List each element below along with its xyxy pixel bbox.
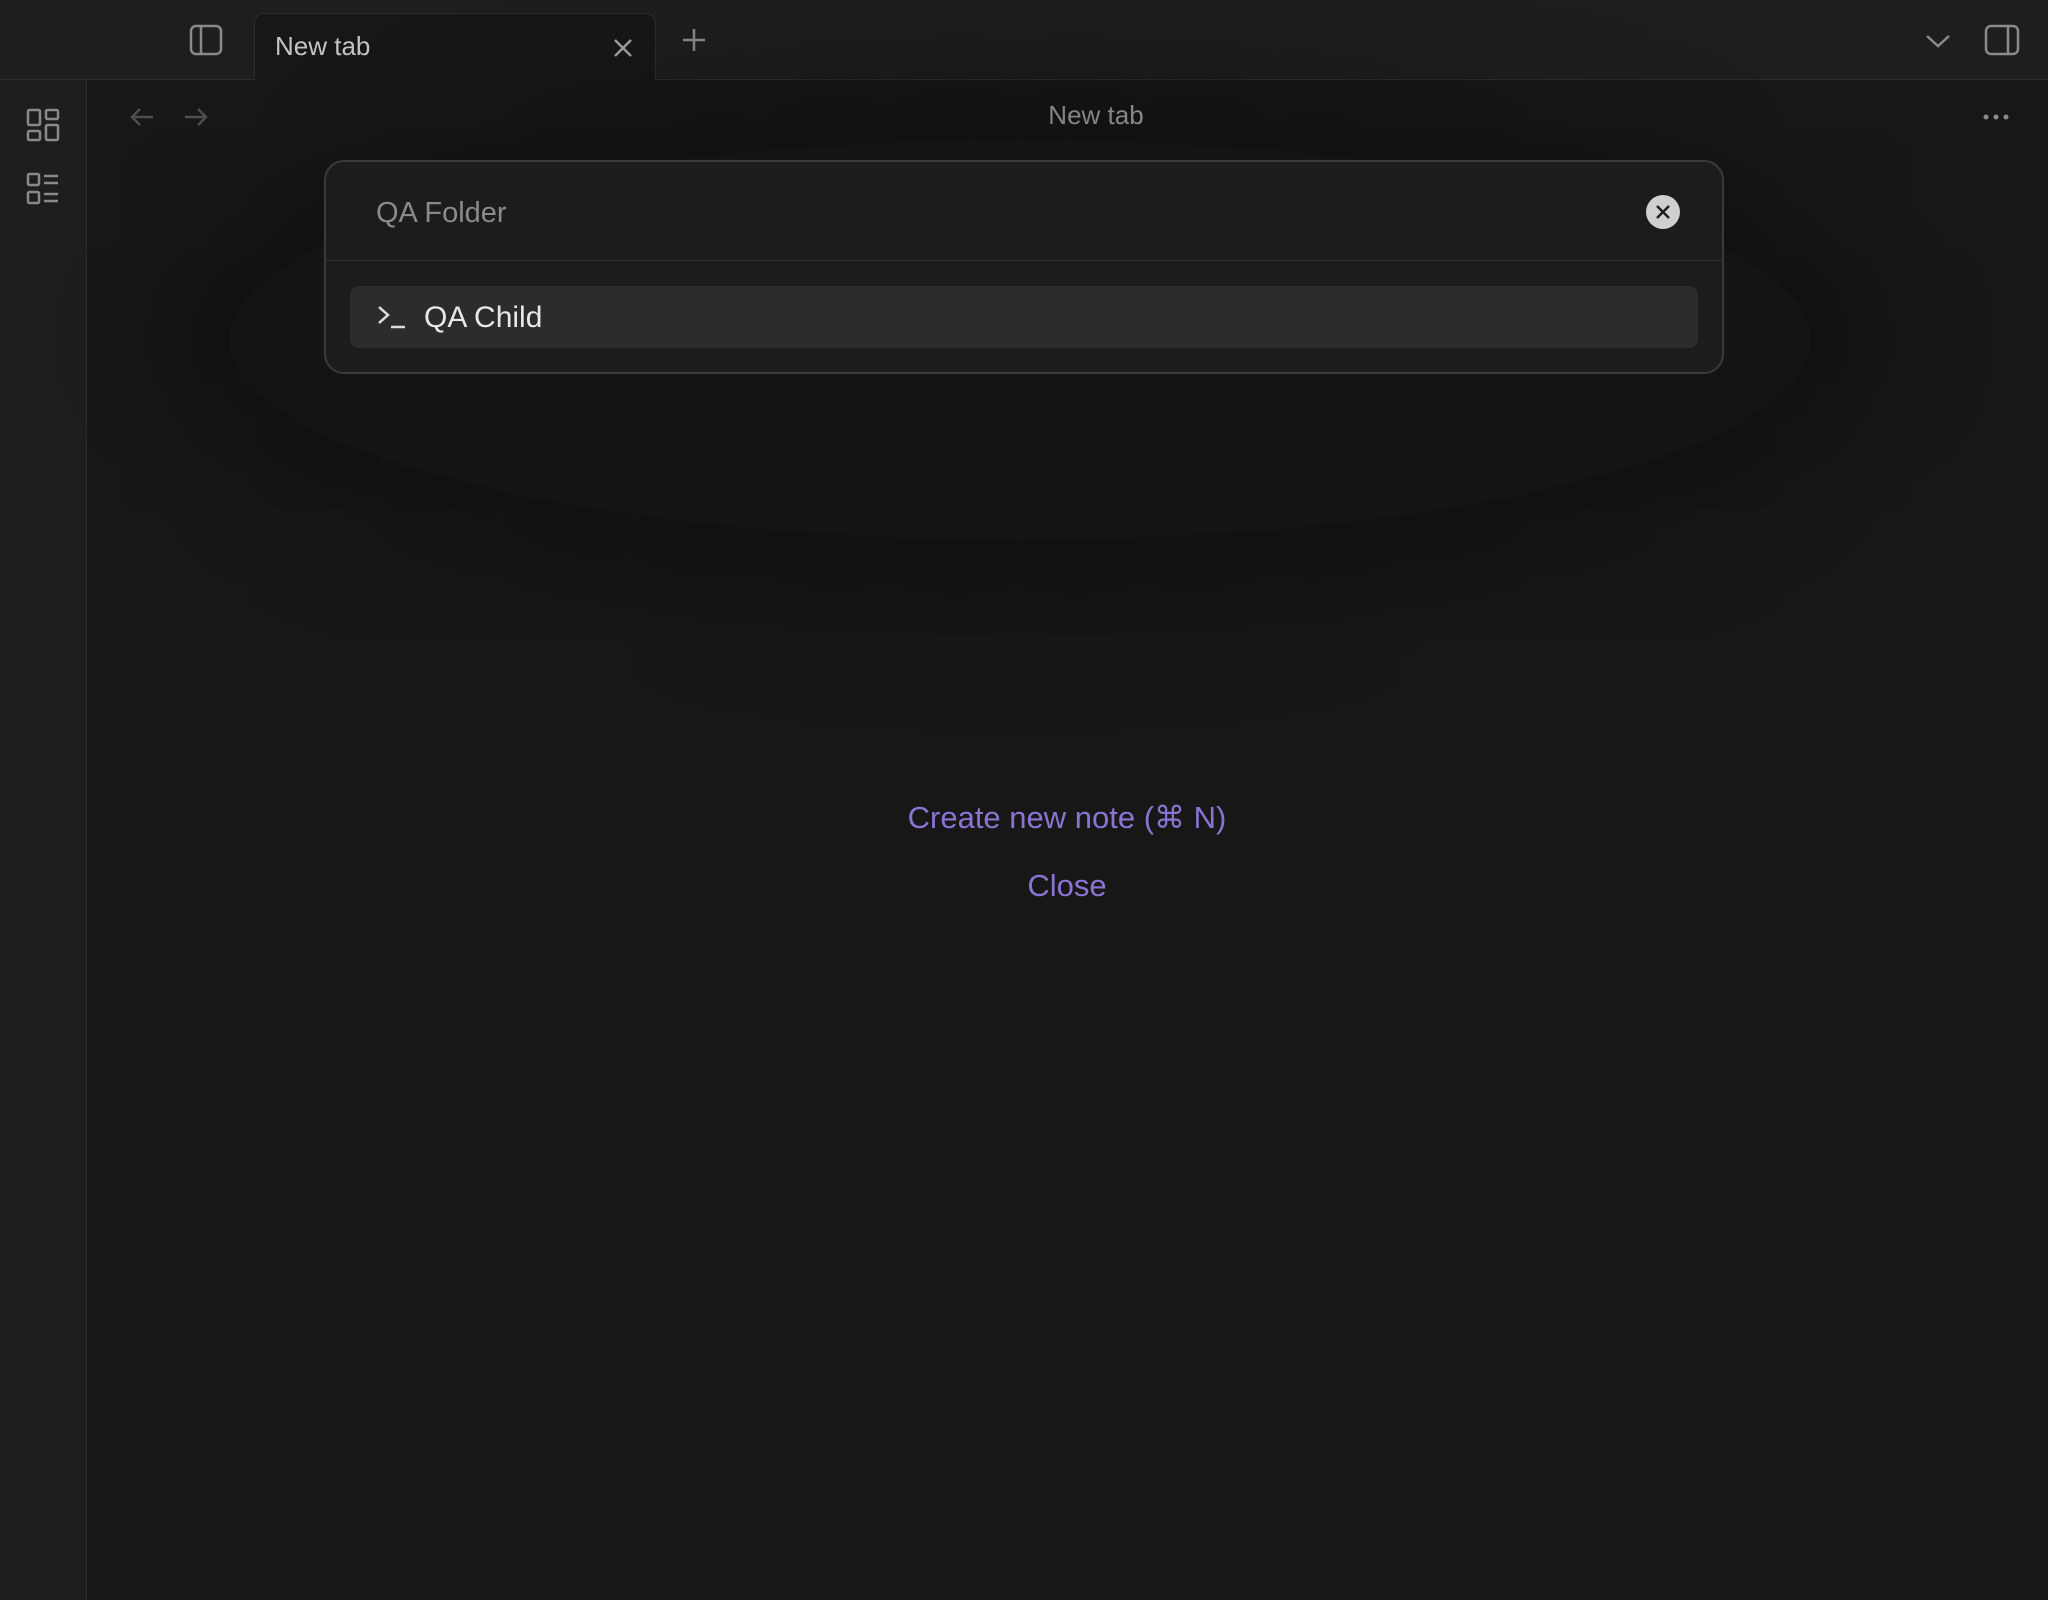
close-icon xyxy=(614,39,632,57)
tab-list-dropdown-button[interactable] xyxy=(1920,24,1956,58)
create-new-note-link[interactable]: Create new note (⌘ N) xyxy=(908,800,1227,836)
new-tab-button[interactable] xyxy=(676,22,712,58)
close-tab-button[interactable] xyxy=(607,32,639,64)
quick-switcher-modal: QA Child xyxy=(324,160,1724,374)
more-horizontal-icon xyxy=(1983,114,2009,120)
suggestion-item[interactable]: QA Child xyxy=(350,286,1698,348)
empty-state: Create new note (⌘ N) Close xyxy=(86,800,2048,904)
chevron-down-icon xyxy=(1926,35,1950,48)
sidebar-right-icon xyxy=(1984,24,2020,56)
list-icon xyxy=(26,172,58,205)
terminal-icon xyxy=(378,306,405,329)
toggle-right-sidebar-button[interactable] xyxy=(1980,20,2024,60)
quick-switcher-input[interactable] xyxy=(374,190,1598,236)
plus-icon xyxy=(683,29,705,51)
close-icon xyxy=(1656,205,1670,219)
title-bar: New tab xyxy=(0,0,2048,80)
more-options-button[interactable] xyxy=(1978,102,2014,132)
suggestion-label: QA Child xyxy=(424,301,543,334)
toggle-left-sidebar-button[interactable] xyxy=(184,20,228,60)
modal-divider xyxy=(326,260,1722,261)
ribbon-list-button[interactable] xyxy=(22,168,64,210)
close-tab-link[interactable]: Close xyxy=(1027,868,1106,904)
sidebar-left-icon xyxy=(189,24,223,56)
tab-new-tab[interactable]: New tab xyxy=(254,13,656,80)
left-ribbon xyxy=(0,80,87,1600)
tab-label: New tab xyxy=(275,31,371,61)
view-header-title: New tab xyxy=(1048,100,1144,130)
clear-search-button[interactable] xyxy=(1646,195,1680,229)
